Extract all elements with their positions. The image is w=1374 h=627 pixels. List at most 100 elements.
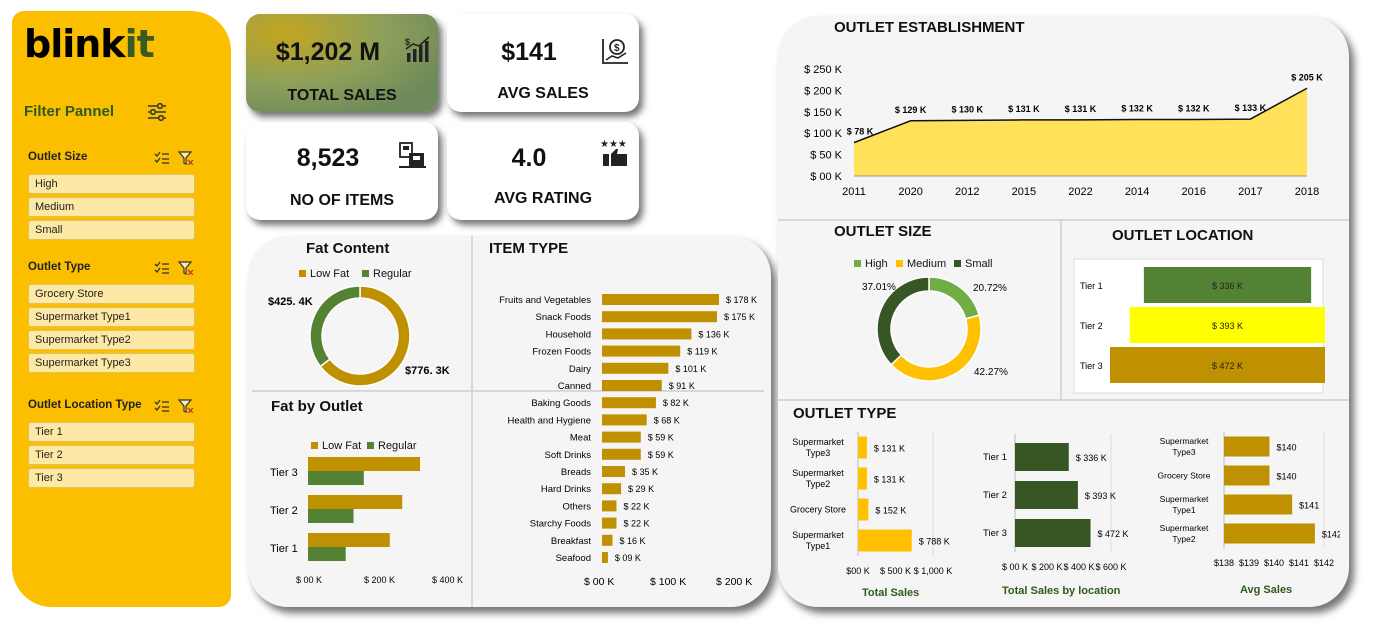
kpi-no-of-items-label: NO OF ITEMS — [290, 192, 394, 209]
outlet-type-title: OUTLET TYPE — [793, 405, 897, 422]
avg-type-cat: Supermarket — [1160, 436, 1209, 446]
slicer-item[interactable]: Tier 2 — [28, 445, 195, 465]
item-type-bar — [602, 380, 662, 391]
loc-sales-bar — [1015, 481, 1078, 509]
avg-type-bar — [1224, 494, 1293, 515]
clear-filter-icon[interactable] — [178, 261, 194, 275]
fat-outlet-bar — [308, 471, 364, 485]
avg-sales-by-type-chart: SupermarketType3 $140Grocery Store $140Sup… — [1158, 432, 1340, 568]
legend-low-fat-2-swatch — [311, 442, 318, 449]
slicer-item[interactable]: High — [28, 174, 195, 194]
svg-text:★★★: ★★★ — [600, 139, 627, 150]
avg-type-xtick: $142 — [1314, 558, 1334, 568]
avg-type-xtick: $140 — [1264, 558, 1284, 568]
item-type-cat: Meat — [570, 433, 591, 444]
loc-sales-xtick: $ 400 K — [1063, 562, 1094, 572]
estab-value: $ 131 K — [1008, 104, 1040, 114]
legend-small-swatch — [954, 260, 961, 267]
item-type-cat: Seafood — [556, 553, 591, 564]
outlet-size-label: 20.72% — [973, 283, 1007, 294]
fat-label-low: $776. 3K — [405, 365, 450, 377]
type-sales-value: $ 131 K — [874, 475, 905, 485]
outlet-size-label: 42.27% — [974, 367, 1008, 378]
slicer-item[interactable]: Tier 1 — [28, 422, 195, 442]
item-type-bar — [602, 345, 681, 357]
item-type-value: $ 22 K — [623, 519, 649, 529]
item-type-value: $ 16 K — [620, 536, 646, 546]
item-type-cat: Health and Hygiene — [508, 415, 591, 426]
estab-value: $ 205 K — [1291, 72, 1323, 82]
slicer-item[interactable]: Grocery Store — [28, 284, 195, 304]
type-sales-value: $ 788 K — [919, 537, 950, 547]
loc-sales-bar — [1015, 519, 1091, 547]
fat-outlet-xtick: $ 00 K — [296, 575, 322, 585]
item-type-cat: Household — [546, 329, 591, 340]
slicer-title-1: Outlet Type — [28, 261, 91, 273]
avg-type-xtick: $139 — [1239, 558, 1259, 568]
item-type-value: $ 175 K — [724, 312, 755, 322]
type-sales-bar — [858, 498, 869, 521]
estab-ytick: $ 250 K — [804, 64, 843, 76]
outlet-size-slice — [928, 276, 981, 320]
slicer-item[interactable]: Supermarket Type1 — [28, 307, 195, 327]
legend-medium-text: Medium — [907, 258, 946, 270]
item-type-bar — [602, 448, 641, 460]
item-type-cat: Canned — [558, 381, 591, 392]
type-sales-cat: Supermarket — [792, 468, 844, 478]
avg-type-value: $142 — [1322, 530, 1340, 540]
slicer-item[interactable]: Supermarket Type2 — [28, 330, 195, 350]
item-type-bar — [602, 552, 608, 563]
outlet-size-title: OUTLET SIZE — [834, 223, 932, 240]
fat-outlet-bar — [308, 457, 420, 471]
avg-type-cat: Type1 — [1172, 505, 1195, 515]
avg-type-bar — [1224, 436, 1270, 457]
type-sales-cat: Type3 — [806, 448, 831, 458]
outlet-location-title: OUTLET LOCATION — [1112, 227, 1254, 244]
loc-sales-value: $ 393 K — [1085, 491, 1116, 501]
legend-high-swatch — [854, 260, 861, 267]
type-sales-cat: Supermarket — [792, 437, 844, 447]
estab-ytick: $ 200 K — [804, 85, 843, 97]
item-type-value: $ 09 K — [615, 553, 641, 563]
estab-xtick: 2015 — [1012, 186, 1036, 198]
item-type-cat: Snack Foods — [536, 312, 592, 323]
loc-sales-value: $ 472 K — [1098, 529, 1129, 539]
outlet-size-slice — [890, 314, 982, 382]
estab-xtick: 2017 — [1238, 186, 1262, 198]
kpi-avg-sales-label: AVG SALES — [497, 85, 589, 102]
item-type-value: $ 29 K — [628, 484, 654, 494]
clear-filter-icon[interactable] — [178, 151, 194, 165]
item-type-bar — [602, 414, 647, 426]
outlet-location-cat: Tier 1 — [1080, 281, 1103, 291]
estab-xtick: 2022 — [1068, 186, 1092, 198]
item-type-cat: Fruits and Vegetables — [499, 295, 591, 306]
fat-content-title: Fat Content — [306, 240, 390, 257]
filter-panel-title: Filter Pannel — [24, 103, 115, 120]
slicer-item[interactable]: Medium — [28, 197, 195, 217]
outlet-size-label: 37.01% — [862, 282, 896, 293]
multi-select-icon[interactable] — [154, 261, 170, 275]
multi-select-icon[interactable] — [154, 151, 170, 165]
estab-value: $ 132 K — [1178, 104, 1210, 114]
clear-filter-icon[interactable] — [178, 399, 194, 413]
estab-value: $ 78 K — [847, 127, 874, 137]
fat-outlet-cat: Tier 3 — [270, 467, 298, 479]
estab-value: $ 131 K — [1065, 104, 1097, 114]
thumbs-up-stars-icon: ★★★ — [600, 139, 627, 166]
type-sales-value: $ 152 K — [875, 506, 906, 516]
kpi-avg-rating-value: 4.0 — [511, 144, 547, 172]
multi-select-icon[interactable] — [154, 399, 170, 413]
avg-type-xtick: $141 — [1289, 558, 1309, 568]
estab-xtick: 2012 — [955, 186, 979, 198]
item-type-value: $ 82 K — [663, 398, 689, 408]
slicer-item[interactable]: Small — [28, 220, 195, 240]
total-sales-subtitle: Total Sales — [862, 587, 920, 599]
item-type-value: $ 91 K — [669, 381, 695, 391]
outlet-location-chart: Tier 1 $ 336 K Tier 2 $ 393 K Tier 3 $ 472 K — [1073, 258, 1325, 394]
legend-low-fat-text: Low Fat — [310, 268, 349, 280]
slicer-item[interactable]: Supermarket Type3 — [28, 353, 195, 373]
avg-type-cat: Grocery Store — [1158, 471, 1211, 481]
slicer-item[interactable]: Tier 3 — [28, 468, 195, 488]
loc-sales-bar — [1015, 443, 1069, 471]
kpi-no-of-items-card: 8,523 NO OF ITEMS — [246, 122, 438, 220]
